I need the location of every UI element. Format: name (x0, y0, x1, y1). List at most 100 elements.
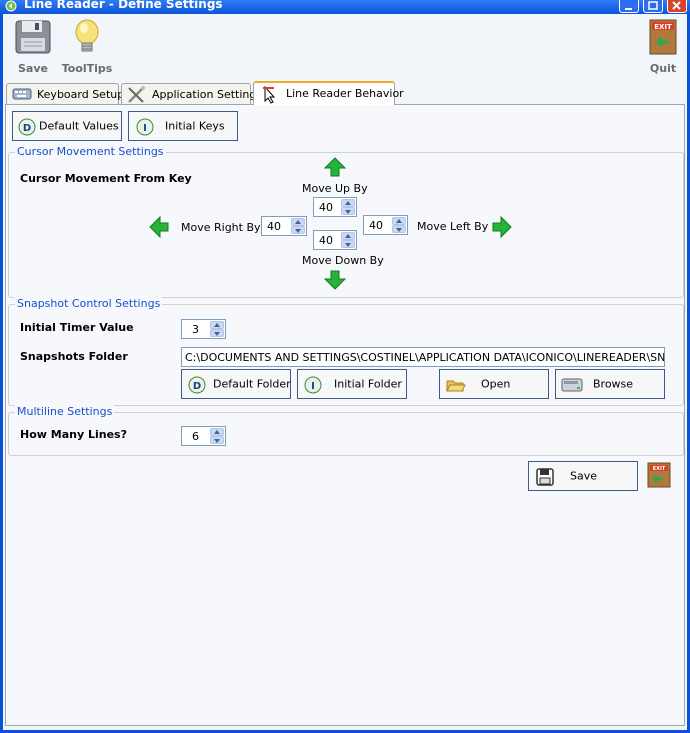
move-down-label: Move Down By (302, 254, 384, 267)
window-client: Save ToolTips EXIT Quit Keyboard Setup A… (3, 14, 687, 730)
snapshots-folder-label: Snapshots Folder (20, 350, 128, 363)
move-left-value: 40 (369, 219, 383, 232)
app-window: Line Reader - Define Settings Save ToolT… (0, 0, 690, 733)
spin-down-button[interactable] (341, 240, 355, 248)
lines-spin-arrows (210, 428, 224, 444)
app-icon (5, 0, 17, 12)
toolbar-save-button[interactable]: Save (11, 18, 55, 75)
minimize-button[interactable] (619, 0, 639, 13)
cursor-movement-heading: Cursor Movement From Key (20, 172, 192, 185)
toolbar-tooltips-button[interactable]: ToolTips (61, 18, 113, 75)
exit-door-icon: EXIT (647, 462, 671, 488)
default-values-button[interactable]: D Default Values (12, 111, 122, 141)
footer-save-label: Save (570, 469, 598, 483)
arrow-left-key-icon[interactable] (492, 216, 512, 238)
default-folder-button[interactable]: D Default Folder (181, 369, 291, 399)
move-right-spin-arrows (291, 218, 305, 234)
browse-button[interactable]: Browse (555, 369, 665, 399)
spin-up-button[interactable] (392, 217, 406, 225)
svg-text:D: D (23, 123, 31, 134)
snapshots-folder-input[interactable]: C:\DOCUMENTS AND SETTINGS\COSTINEL\APPLI… (181, 347, 665, 367)
move-up-value: 40 (319, 201, 333, 214)
snapshot-legend: Snapshot Control Settings (15, 297, 163, 310)
drive-icon (561, 378, 583, 392)
timer-spin-arrows (210, 321, 224, 337)
tab-line-reader-behavior-label: Line Reader Behavior (286, 87, 404, 100)
default-folder-label: Default Folder (213, 377, 291, 391)
tools-icon (128, 86, 145, 103)
spin-up-button[interactable] (341, 199, 355, 207)
open-folder-icon (446, 380, 466, 392)
tab-application-settings[interactable]: Application Settings (121, 83, 262, 105)
initial-keys-button[interactable]: I Initial Keys (128, 111, 238, 141)
move-left-label: Move Left By (417, 220, 489, 233)
footer-save-button[interactable]: Save (528, 461, 638, 491)
spin-down-button[interactable] (341, 207, 355, 215)
move-left-spinner[interactable]: 40 (363, 215, 408, 235)
multiline-legend: Multiline Settings (15, 405, 115, 418)
move-right-spinner[interactable]: 40 (261, 216, 307, 236)
timer-label: Initial Timer Value (20, 321, 134, 334)
initial-keys-label: Initial Keys (165, 119, 225, 133)
maximize-icon (648, 1, 658, 10)
spin-down-button[interactable] (392, 225, 406, 233)
svg-text:EXIT: EXIT (654, 23, 672, 31)
toolbar-save-label: Save (18, 62, 48, 75)
spin-up-button[interactable] (341, 232, 355, 240)
cursor-movement-group: Cursor Movement Settings Cursor Movement… (8, 145, 684, 298)
default-d-icon: D (188, 376, 206, 394)
move-left-spin-arrows (392, 217, 406, 233)
default-d-icon: D (18, 118, 36, 136)
tab-keyboard-setup[interactable]: Keyboard Setup (6, 83, 124, 105)
svg-text:I: I (311, 381, 315, 392)
maximize-button[interactable] (643, 0, 663, 13)
timer-spinner[interactable]: 3 (181, 319, 226, 339)
arrow-down-icon[interactable] (324, 270, 346, 290)
lines-value: 6 (192, 430, 199, 443)
floppy-disk-icon (15, 20, 51, 54)
lines-spinner[interactable]: 6 (181, 426, 226, 446)
svg-text:D: D (193, 381, 201, 392)
move-down-value: 40 (319, 234, 333, 247)
toolbar-tooltips-label: ToolTips (61, 62, 113, 75)
open-button[interactable]: Open (439, 369, 549, 399)
spin-down-button[interactable] (291, 226, 305, 234)
spin-down-button[interactable] (210, 436, 224, 444)
tab-panel: D Default Values I Initial Keys Cursor M… (5, 104, 685, 726)
toolbar-quit-button[interactable]: EXIT Quit (643, 18, 683, 75)
initial-i-icon: I (136, 118, 154, 136)
cursor-pointer-icon (263, 86, 276, 104)
initial-i-icon: I (304, 376, 322, 394)
tab-line-reader-behavior[interactable]: Line Reader Behavior (253, 81, 404, 105)
lightbulb-icon (75, 19, 99, 52)
move-right-value: 40 (267, 220, 281, 233)
snapshots-folder-value: C:\DOCUMENTS AND SETTINGS\COSTINEL\APPLI… (185, 351, 665, 364)
lines-label: How Many Lines? (20, 428, 127, 441)
default-values-label: Default Values (39, 119, 119, 133)
arrow-up-icon[interactable] (324, 157, 346, 177)
open-label: Open (481, 377, 511, 391)
cursor-movement-legend: Cursor Movement Settings (15, 145, 166, 158)
spin-down-button[interactable] (210, 329, 224, 337)
spin-up-button[interactable] (210, 428, 224, 436)
initial-folder-button[interactable]: I Initial Folder (297, 369, 407, 399)
move-up-label: Move Up By (302, 182, 368, 195)
svg-text:I: I (143, 123, 147, 134)
exit-door-icon: EXIT (649, 19, 677, 55)
window-title: Line Reader - Define Settings (24, 0, 223, 11)
tab-application-settings-label: Application Settings (152, 88, 263, 101)
keyboard-icon (12, 88, 32, 100)
spin-up-button[interactable] (291, 218, 305, 226)
close-icon (672, 1, 681, 10)
move-down-spinner[interactable]: 40 (313, 230, 357, 250)
browse-label: Browse (593, 377, 634, 391)
close-button[interactable] (667, 0, 687, 13)
spin-up-button[interactable] (210, 321, 224, 329)
floppy-disk-icon (536, 468, 554, 486)
tab-keyboard-setup-label: Keyboard Setup (37, 88, 125, 101)
arrow-right-key-icon[interactable] (149, 216, 169, 238)
title-bar[interactable]: Line Reader - Define Settings (0, 0, 690, 14)
move-up-spinner[interactable]: 40 (313, 197, 357, 217)
footer-quit-button[interactable]: EXIT (647, 462, 671, 488)
multiline-group: Multiline Settings How Many Lines? 6 (8, 405, 684, 456)
